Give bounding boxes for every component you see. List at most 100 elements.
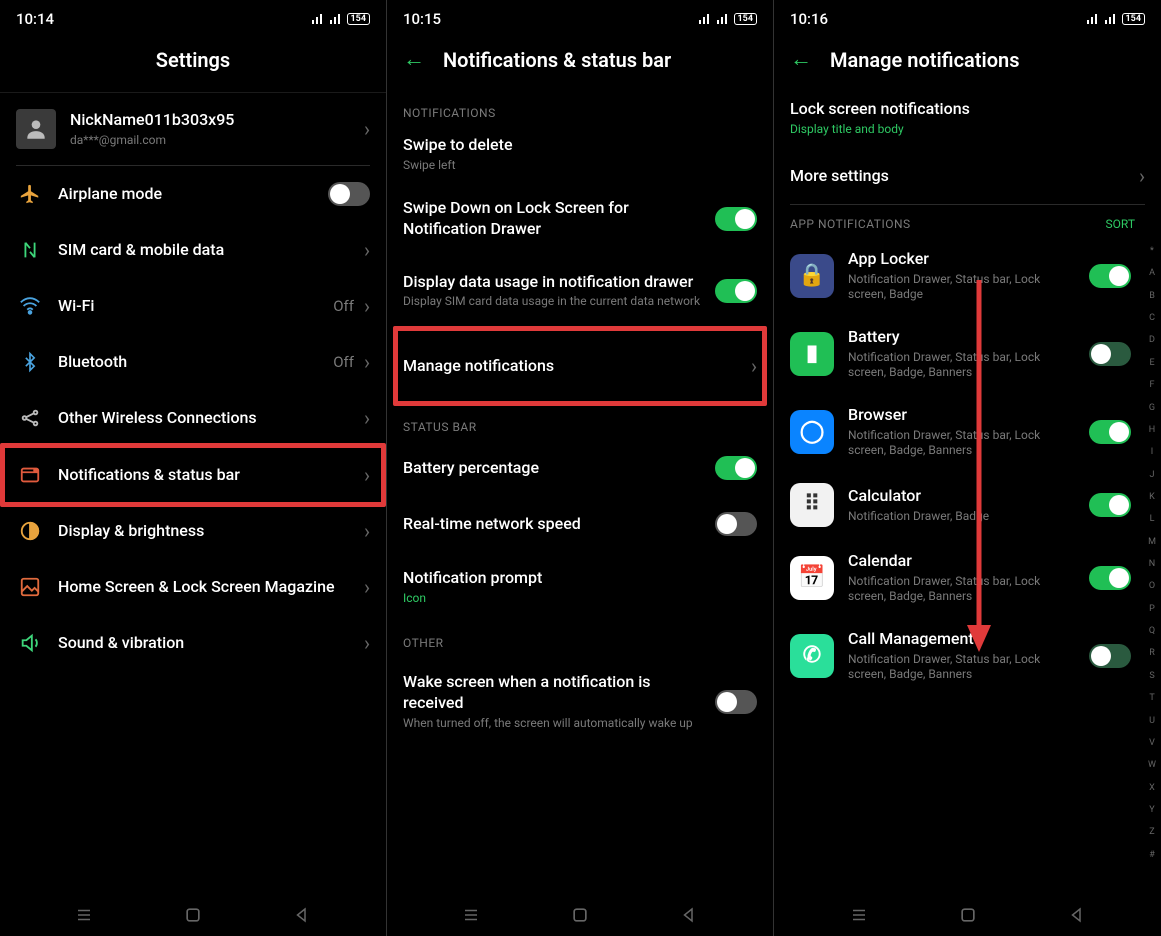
app-row[interactable]: ◯BrowserNotification Drawer, Status bar,… — [774, 393, 1161, 471]
alpha-letter[interactable]: K — [1145, 492, 1159, 502]
profile-row[interactable]: NickName011b303x95 da***@gmail.com › — [0, 93, 386, 165]
app-row[interactable]: ▮BatteryNotification Drawer, Status bar,… — [774, 315, 1161, 393]
wifi-state: Off — [333, 297, 354, 315]
alpha-letter[interactable]: R — [1145, 648, 1159, 658]
app-row[interactable]: ⠿CalculatorNotification Drawer, Badge — [774, 471, 1161, 539]
alpha-letter[interactable]: D — [1145, 335, 1159, 345]
alpha-letter[interactable]: Y — [1145, 805, 1159, 815]
alpha-letter[interactable]: O — [1145, 581, 1159, 591]
alpha-letter[interactable]: * — [1145, 246, 1159, 256]
alpha-letter[interactable]: S — [1145, 671, 1159, 681]
nav-back-button[interactable] — [289, 902, 315, 928]
status-bar: 10:15 154 — [387, 0, 773, 34]
sound-row[interactable]: Sound & vibration › — [0, 615, 386, 671]
alpha-letter[interactable]: I — [1145, 447, 1159, 457]
alpha-index-bar[interactable]: * A B C D E F G H I J K L M N O P Q R S T U V W X Y Z # — [1145, 240, 1159, 866]
alpha-letter[interactable]: G — [1145, 403, 1159, 413]
nav-recent-button[interactable] — [458, 902, 484, 928]
nav-home-button[interactable] — [180, 902, 206, 928]
wake-screen-toggle[interactable] — [715, 690, 757, 714]
app-toggle[interactable] — [1089, 644, 1131, 668]
alpha-letter[interactable]: A — [1145, 268, 1159, 278]
swipe-down-row[interactable]: Swipe Down on Lock Screen for Notificati… — [387, 182, 773, 256]
nav-home-button[interactable] — [567, 902, 593, 928]
app-name: Calendar — [848, 551, 1075, 572]
wake-screen-row[interactable]: Wake screen when a notification is recei… — [387, 656, 773, 735]
app-toggle[interactable] — [1089, 493, 1131, 517]
alpha-letter[interactable]: W — [1145, 760, 1159, 770]
sim-label: SIM card & mobile data — [58, 240, 350, 261]
alpha-letter[interactable]: U — [1145, 716, 1159, 726]
alpha-letter[interactable]: B — [1145, 291, 1159, 301]
alpha-letter[interactable]: X — [1145, 783, 1159, 793]
back-button[interactable]: ← — [790, 49, 812, 71]
page-title: Settings — [16, 48, 370, 72]
brightness-icon — [16, 520, 44, 542]
alpha-letter[interactable]: F — [1145, 380, 1159, 390]
app-toggle[interactable] — [1089, 342, 1131, 366]
alpha-letter[interactable]: Q — [1145, 626, 1159, 636]
chevron-right-icon: › — [364, 631, 370, 655]
screen-notifications-status-bar: 10:15 154 ← Notifications & status bar N… — [387, 0, 774, 936]
alpha-letter[interactable]: M — [1145, 537, 1159, 547]
alpha-letter[interactable]: V — [1145, 738, 1159, 748]
app-row[interactable]: 🔒App LockerNotification Drawer, Status b… — [774, 237, 1161, 315]
nav-bar — [387, 888, 773, 936]
more-settings-row[interactable]: More settings › — [774, 148, 1161, 204]
app-toggle[interactable] — [1089, 566, 1131, 590]
nav-recent-button[interactable] — [71, 902, 97, 928]
data-usage-sub: Display SIM card data usage in the curre… — [403, 294, 701, 310]
airplane-toggle[interactable] — [328, 182, 370, 206]
app-sub: Notification Drawer, Status bar, Lock sc… — [848, 652, 1075, 683]
manage-notifications-row[interactable]: Manage notifications › — [387, 326, 773, 406]
alpha-letter[interactable]: # — [1145, 850, 1159, 860]
back-button[interactable]: ← — [403, 49, 425, 71]
app-row[interactable]: 📅CalendarNotification Drawer, Status bar… — [774, 539, 1161, 617]
app-toggle[interactable] — [1089, 264, 1131, 288]
nav-back-button[interactable] — [676, 902, 702, 928]
chevron-right-icon: › — [364, 294, 370, 318]
app-toggle[interactable] — [1089, 420, 1131, 444]
alpha-letter[interactable]: N — [1145, 559, 1159, 569]
sort-button[interactable]: SORT — [1106, 217, 1135, 231]
data-usage-row[interactable]: Display data usage in notification drawe… — [387, 256, 773, 326]
alpha-letter[interactable]: J — [1145, 470, 1159, 480]
notification-prompt-row[interactable]: Notification prompt Icon — [387, 552, 773, 622]
signal-icon — [311, 13, 325, 25]
wifi-row[interactable]: Wi-Fi Off› — [0, 278, 386, 334]
alpha-letter[interactable]: T — [1145, 693, 1159, 703]
display-row[interactable]: Display & brightness › — [0, 503, 386, 559]
nav-back-button[interactable] — [1064, 902, 1090, 928]
app-row[interactable]: ✆Call ManagementNotification Drawer, Sta… — [774, 617, 1161, 695]
nav-home-button[interactable] — [955, 902, 981, 928]
network-speed-toggle[interactable] — [715, 512, 757, 536]
alpha-letter[interactable]: E — [1145, 358, 1159, 368]
bluetooth-row[interactable]: Bluetooth Off› — [0, 334, 386, 390]
swipe-down-toggle[interactable] — [715, 207, 757, 231]
chevron-right-icon: › — [364, 406, 370, 430]
data-usage-toggle[interactable] — [715, 279, 757, 303]
chevron-right-icon: › — [364, 350, 370, 374]
home-lock-row[interactable]: Home Screen & Lock Screen Magazine › — [0, 559, 386, 615]
notifications-status-bar-row[interactable]: Notifications & status bar › — [0, 447, 386, 503]
chevron-right-icon: › — [364, 463, 370, 487]
other-wireless-row[interactable]: Other Wireless Connections › — [0, 390, 386, 446]
alpha-letter[interactable]: Z — [1145, 827, 1159, 837]
nav-recent-button[interactable] — [846, 902, 872, 928]
sim-row[interactable]: SIM card & mobile data › — [0, 222, 386, 278]
lock-screen-notifications-row[interactable]: Lock screen notifications Display title … — [774, 92, 1161, 148]
alpha-letter[interactable]: H — [1145, 425, 1159, 435]
swipe-delete-row[interactable]: Swipe to delete Swipe left — [387, 126, 773, 182]
alpha-letter[interactable]: L — [1145, 514, 1159, 524]
battery-percentage-row[interactable]: Battery percentage — [387, 440, 773, 496]
network-speed-row[interactable]: Real-time network speed — [387, 496, 773, 552]
alpha-letter[interactable]: P — [1145, 604, 1159, 614]
alpha-letter[interactable]: C — [1145, 313, 1159, 323]
clock: 10:15 — [403, 10, 441, 28]
battery-percentage-toggle[interactable] — [715, 456, 757, 480]
app-list: 🔒App LockerNotification Drawer, Status b… — [774, 237, 1161, 695]
app-name: Browser — [848, 405, 1075, 426]
app-icon: ▮ — [790, 332, 834, 376]
page-title: Notifications & status bar — [443, 48, 671, 72]
airplane-mode-row[interactable]: Airplane mode — [0, 166, 386, 222]
